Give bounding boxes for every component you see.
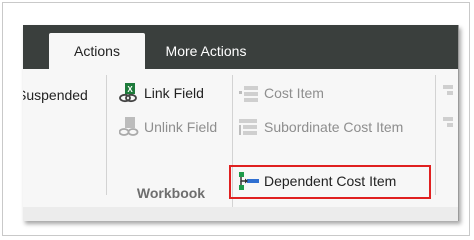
- group-separator: [435, 75, 436, 195]
- link-field-icon: X: [119, 83, 137, 103]
- unlink-field-icon: [119, 117, 139, 136]
- link-field-label: Link Field: [144, 85, 204, 101]
- unlink-field-label: Unlink Field: [144, 119, 218, 135]
- ribbon-body: Suspended X Link Field Unlink Field Work…: [23, 69, 458, 221]
- partial-ribbon-icons: [443, 85, 453, 127]
- ribbon: Actions More Actions Suspended X Link Fi…: [23, 25, 459, 221]
- suspended-label: Suspended: [23, 87, 88, 103]
- subordinate-cost-item-label: Subordinate Cost Item: [264, 119, 404, 135]
- cost-item-button[interactable]: Cost Item: [239, 81, 324, 105]
- group-separator: [106, 75, 107, 195]
- subordinate-cost-item-icon: [239, 119, 257, 135]
- highlight-box: [229, 165, 431, 199]
- subordinate-cost-item-button[interactable]: Subordinate Cost Item: [239, 115, 403, 139]
- tab-actions[interactable]: Actions: [49, 33, 145, 69]
- workbook-group-label: Workbook: [136, 185, 206, 201]
- screenshot-frame: Actions More Actions Suspended X Link Fi…: [2, 2, 470, 236]
- suspended-button[interactable]: Suspended: [23, 83, 88, 107]
- ribbon-tab-bar: Actions More Actions: [23, 25, 458, 69]
- ribbon-bottom-strip: [23, 207, 458, 221]
- cost-item-icon: [239, 86, 258, 102]
- svg-text:X: X: [127, 85, 133, 94]
- link-field-button[interactable]: X Link Field: [119, 81, 204, 105]
- unlink-field-button[interactable]: Unlink Field: [119, 115, 217, 139]
- cost-item-label: Cost Item: [264, 85, 324, 101]
- tab-more-actions[interactable]: More Actions: [155, 33, 257, 69]
